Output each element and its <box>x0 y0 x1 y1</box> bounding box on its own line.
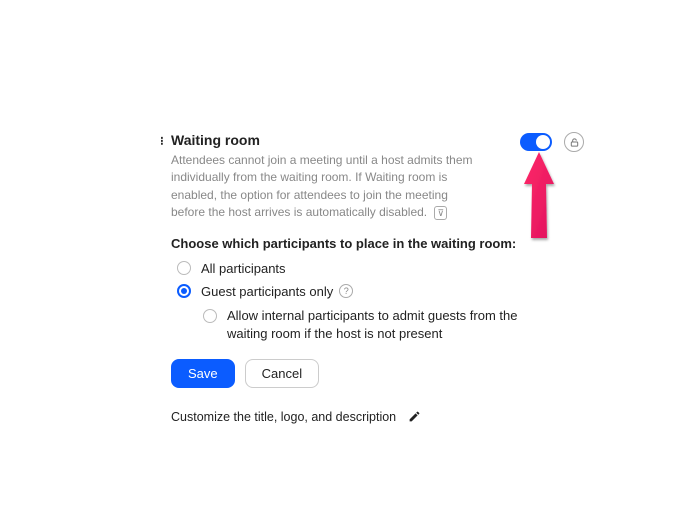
radio-icon <box>177 261 191 275</box>
edit-icon[interactable] <box>408 410 421 423</box>
toggle-area <box>520 132 584 152</box>
button-row: Save Cancel <box>171 359 601 388</box>
option-label: Guest participants only <box>201 284 333 299</box>
waiting-room-setting: Waiting room Attendees cannot join a mee… <box>171 132 601 424</box>
option-guest-participants[interactable]: Guest participants only ? <box>171 284 601 299</box>
reset-icon[interactable]: ⊽ <box>434 206 447 220</box>
radio-icon <box>203 309 217 323</box>
option-label: Allow internal participants to admit gue… <box>227 307 537 343</box>
customize-row: Customize the title, logo, and descripti… <box>171 410 601 424</box>
more-indicator: ⁝ <box>160 134 164 148</box>
option-label: All participants <box>201 261 286 276</box>
help-icon[interactable]: ? <box>339 284 353 298</box>
participants-subhead: Choose which participants to place in th… <box>171 236 601 251</box>
waiting-room-toggle[interactable] <box>520 133 552 151</box>
radio-icon <box>177 284 191 298</box>
description-text: Attendees cannot join a meeting until a … <box>171 153 473 219</box>
customize-text: Customize the title, logo, and descripti… <box>171 410 396 424</box>
option-allow-internal[interactable]: Allow internal participants to admit gue… <box>197 307 601 343</box>
cancel-button[interactable]: Cancel <box>245 359 319 388</box>
option-all-participants[interactable]: All participants <box>171 261 601 276</box>
lock-button[interactable] <box>564 132 584 152</box>
save-button[interactable]: Save <box>171 359 235 388</box>
setting-description: Attendees cannot join a meeting until a … <box>171 152 481 222</box>
